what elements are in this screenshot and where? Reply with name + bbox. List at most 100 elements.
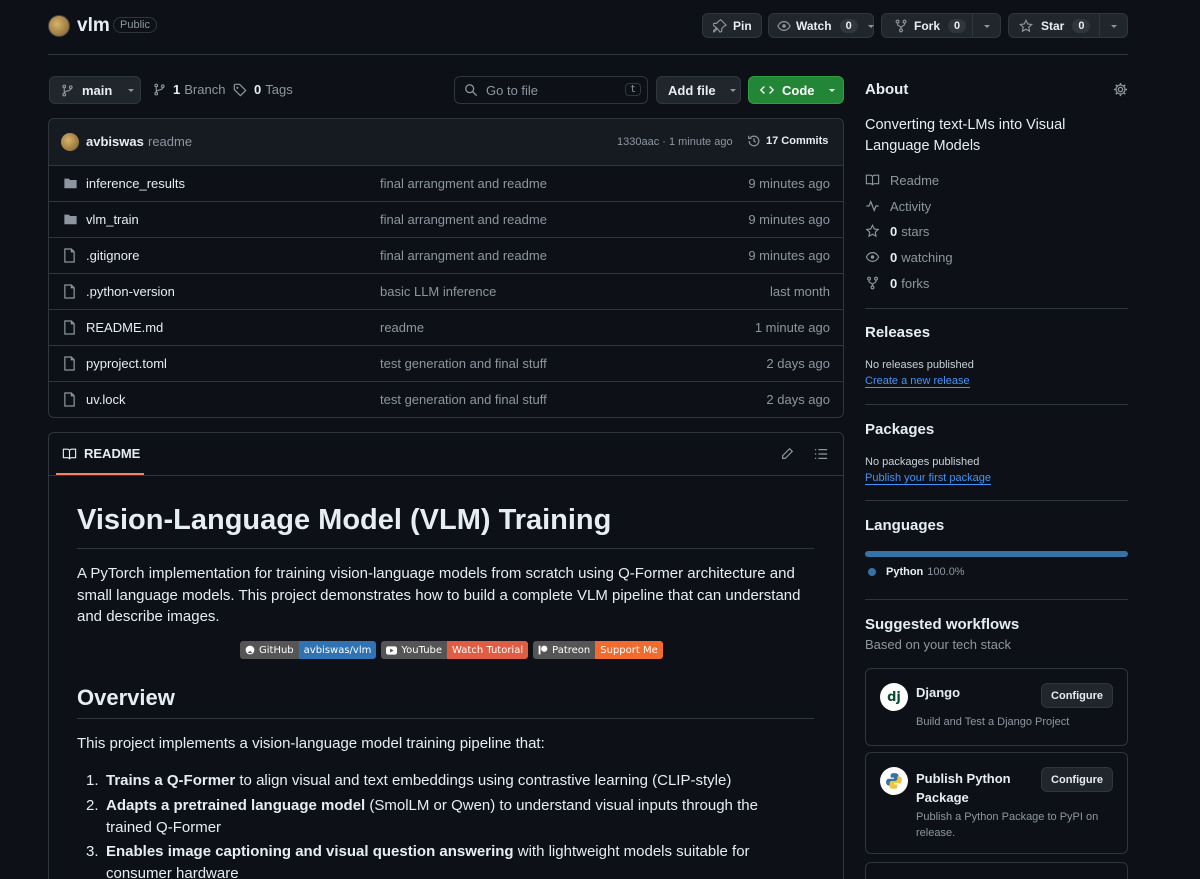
create-release-link[interactable]: Create a new release: [865, 375, 970, 388]
file-row[interactable]: .python-version basic LLM inference last m…: [49, 273, 843, 309]
file-commit-message[interactable]: final arrangment and readme: [380, 212, 547, 227]
star-icon: [865, 224, 890, 238]
fork-label: Fork: [914, 18, 941, 33]
tags-link[interactable]: 0 Tags: [233, 82, 293, 97]
github-badge[interactable]: GitHub avbiswas/vlm: [240, 641, 377, 659]
workflows-subheading: Based on your tech stack: [865, 637, 1011, 652]
activity-link[interactable]: Activity: [865, 197, 931, 215]
author-avatar[interactable]: [61, 133, 79, 151]
github-icon: GitHub: [240, 641, 299, 659]
releases-heading[interactable]: Releases: [865, 324, 930, 341]
fork-count: 0: [948, 18, 967, 33]
star-count: 0: [1072, 18, 1091, 33]
add-file-button[interactable]: Add file: [656, 76, 741, 104]
releases-text: No releases published: [865, 359, 974, 371]
file-name[interactable]: .gitignore: [86, 248, 139, 263]
language-item[interactable]: Python 100.0%: [868, 566, 965, 578]
file-row[interactable]: pyproject.toml test generation and final …: [49, 345, 843, 381]
file-commit-message[interactable]: readme: [380, 320, 424, 335]
file-commit-message[interactable]: basic LLM inference: [380, 284, 496, 299]
youtube-badge[interactable]: YouTube Watch Tutorial: [381, 641, 529, 659]
go-to-file-input[interactable]: Go to file t: [454, 76, 648, 104]
publish-package-link[interactable]: Publish your first package: [865, 472, 991, 485]
pin-button[interactable]: Pin: [702, 13, 762, 38]
packages-heading[interactable]: Packages: [865, 421, 934, 438]
fork-icon: [865, 276, 890, 290]
watching-link[interactable]: 0 watching: [865, 248, 953, 266]
list-number: 1.: [86, 772, 99, 789]
readme-tab[interactable]: README: [62, 446, 140, 461]
list-bold: Adapts a pretrained language model: [106, 797, 366, 814]
configure-button[interactable]: Configure: [1041, 767, 1113, 792]
chevron-down-icon: [866, 21, 876, 31]
file-name[interactable]: vlm_train: [86, 212, 139, 227]
file-row[interactable]: README.md readme 1 minute ago: [49, 309, 843, 345]
tag-count: 0: [254, 82, 262, 97]
list-item: 1. Trains a Q-Former to align visual and …: [86, 770, 806, 792]
stars-link[interactable]: 0 stars: [865, 222, 929, 240]
workflow-card-django: dj Django Build and Test a Django Projec…: [865, 668, 1128, 746]
list-item: 3. Enables image captioning and visual qu…: [86, 841, 806, 879]
list-bold: Trains a Q-Former: [106, 772, 236, 789]
tag-label: Tags: [265, 82, 293, 97]
repo-avatar[interactable]: [48, 15, 70, 37]
workflow-title: Django: [916, 685, 961, 700]
edit-icon[interactable]: [780, 447, 794, 461]
branch-select[interactable]: main: [49, 76, 141, 104]
commit-author[interactable]: avbiswas: [86, 134, 144, 149]
chevron-down-icon: [728, 85, 738, 95]
languages-heading: Languages: [865, 517, 945, 534]
forks-link[interactable]: 0 forks: [865, 274, 929, 292]
file-row[interactable]: vlm_train final arrangment and readme 9 mi…: [49, 201, 843, 237]
file-commit-message[interactable]: test generation and final stuff: [380, 356, 547, 371]
file-age: 9 minutes ago: [748, 176, 830, 191]
repo-name[interactable]: vlm: [77, 15, 110, 37]
outline-icon[interactable]: [814, 447, 828, 461]
readme-header-divider: [49, 475, 843, 476]
badge-right-label: avbiswas/vlm: [298, 641, 377, 659]
pulse-icon: [865, 199, 890, 213]
language-dot: [868, 568, 876, 576]
star-button[interactable]: Star 0: [1008, 13, 1128, 38]
watch-button[interactable]: Watch 0: [768, 13, 874, 38]
code-icon: [760, 83, 774, 97]
file-name[interactable]: README.md: [86, 320, 163, 335]
patreon-badge[interactable]: Patreon Support Me: [533, 641, 663, 659]
file-name[interactable]: uv.lock: [86, 392, 126, 407]
file-row[interactable]: inference_results final arrangment and re…: [49, 165, 843, 201]
file-commit-message[interactable]: test generation and final stuff: [380, 392, 547, 407]
file-name[interactable]: .python-version: [86, 284, 175, 299]
python-icon: [880, 767, 908, 795]
watching-label: watching: [901, 249, 953, 265]
overview-text: This project implements a vision-languag…: [77, 735, 545, 752]
file-row[interactable]: .gitignore final arrangment and readme 9 m…: [49, 237, 843, 273]
file-commit-message[interactable]: final arrangment and readme: [380, 248, 547, 263]
configure-button[interactable]: Configure: [1041, 683, 1113, 708]
commits-link[interactable]: 17 Commits: [747, 134, 828, 148]
branches-link[interactable]: 1 Branch: [153, 82, 225, 97]
gear-icon[interactable]: [1113, 82, 1128, 97]
file-name[interactable]: pyproject.toml: [86, 356, 167, 371]
list-text: to align visual and text embeddings usin…: [235, 772, 732, 789]
commit-hash-time[interactable]: 1330aac · 1 minute ago: [617, 136, 733, 148]
fork-button[interactable]: Fork 0: [881, 13, 1001, 38]
readme-link[interactable]: Readme: [865, 171, 939, 189]
tag-icon: [233, 83, 247, 97]
code-button[interactable]: Code: [748, 76, 844, 104]
commit-message[interactable]: readme: [148, 134, 192, 149]
activity-label: Activity: [890, 198, 932, 214]
watch-count: 0: [839, 18, 858, 33]
code-label: Code: [782, 82, 815, 98]
file-name[interactable]: inference_results: [86, 176, 185, 191]
workflow-title: Publish Python Package: [916, 771, 1011, 805]
readme-title: Vision-Language Model (VLM) Training: [77, 504, 612, 536]
file-row[interactable]: uv.lock test generation and final stuff 2 …: [49, 381, 843, 417]
workflow-card-python-package: Publish Python Package Publish a Python …: [865, 752, 1128, 854]
chevron-down-icon[interactable]: [982, 21, 992, 31]
language-percent: 100.0%: [927, 566, 965, 578]
watching-count: 0: [890, 249, 898, 265]
chevron-down-icon[interactable]: [1109, 21, 1119, 31]
file-commit-message[interactable]: final arrangment and readme: [380, 176, 547, 191]
folder-icon: [63, 212, 78, 226]
about-heading: About: [865, 81, 909, 98]
